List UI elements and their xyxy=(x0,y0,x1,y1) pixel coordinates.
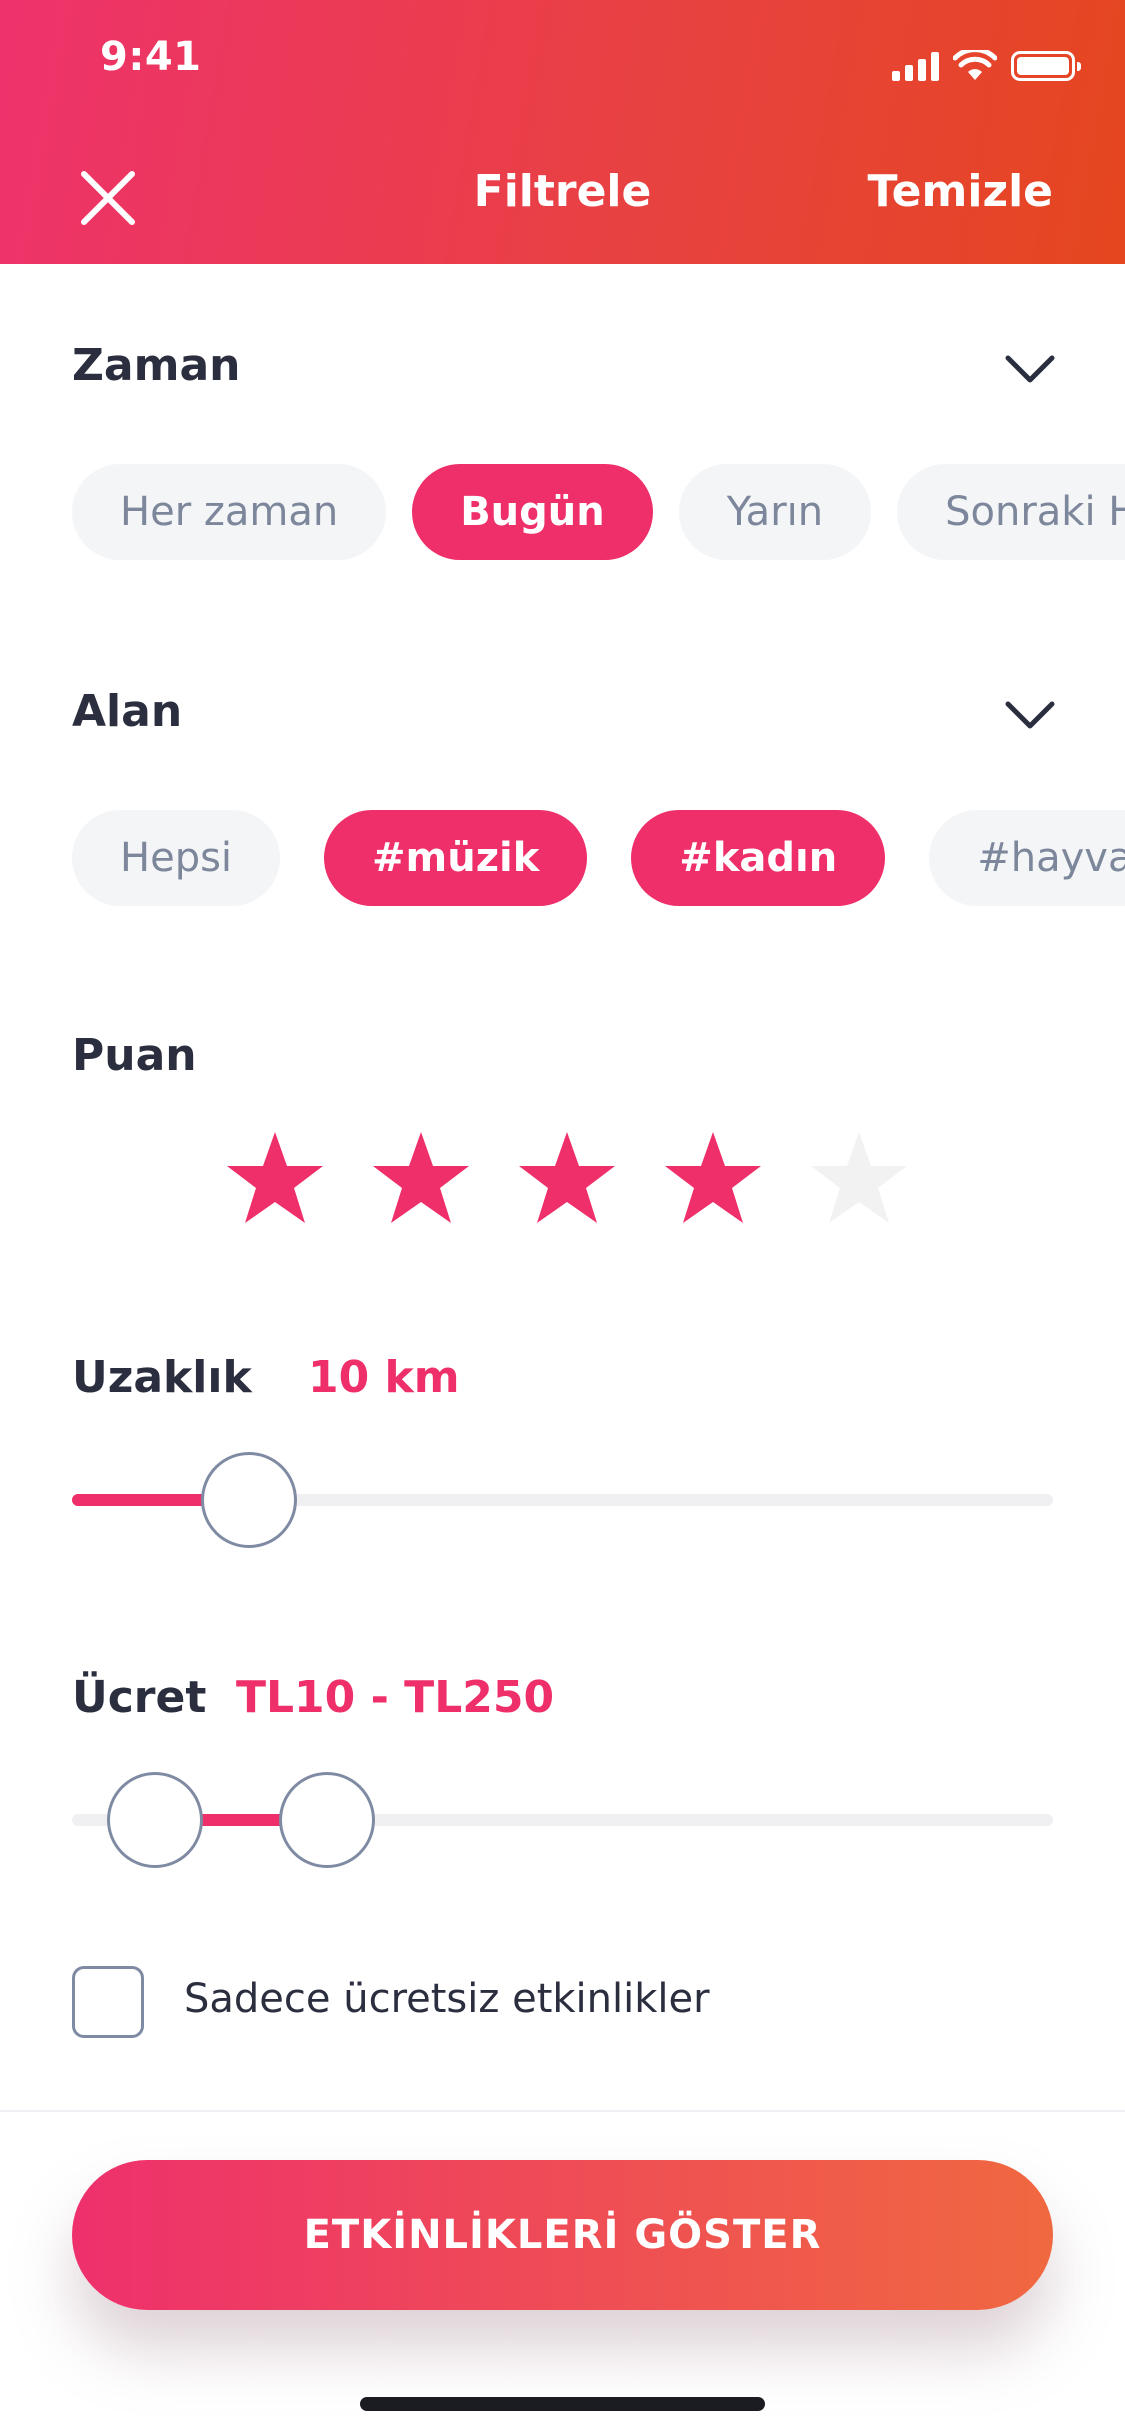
price-value: TL10 - TL250 xyxy=(236,1672,555,1723)
battery-icon xyxy=(1011,51,1081,81)
area-chip-row: Hepsi #müzik #kadın #hayvan xyxy=(72,810,1125,906)
free-only-checkbox[interactable] xyxy=(72,1966,144,2038)
time-chip-row: Her zaman Bugün Yarın Sonraki H xyxy=(72,464,1125,560)
rating-section-title: Puan xyxy=(72,1030,197,1081)
area-section-title: Alan xyxy=(72,686,183,737)
rating-stars xyxy=(225,1128,909,1228)
cellular-signal-icon xyxy=(892,51,939,81)
price-min-thumb[interactable] xyxy=(107,1772,204,1868)
time-section-title: Zaman xyxy=(72,340,241,391)
time-chip-any[interactable]: Her zaman xyxy=(72,464,387,560)
price-max-thumb[interactable] xyxy=(279,1772,376,1868)
time-chip-today[interactable]: Bugün xyxy=(412,464,653,560)
distance-slider-thumb[interactable] xyxy=(200,1452,297,1548)
area-chip-women[interactable]: #kadın xyxy=(631,810,886,906)
star-icon[interactable] xyxy=(517,1128,617,1228)
time-chip-tomorrow[interactable]: Yarın xyxy=(678,464,872,560)
show-events-button[interactable]: ETKİNLİKLERİ GÖSTER xyxy=(72,2160,1053,2310)
star-icon[interactable] xyxy=(225,1128,325,1228)
time-chip-next[interactable]: Sonraki H xyxy=(897,464,1125,560)
divider xyxy=(0,2110,1125,2112)
star-icon[interactable] xyxy=(371,1128,471,1228)
price-section-title: Ücret xyxy=(72,1672,207,1723)
status-icons xyxy=(892,50,1081,82)
area-section-toggle[interactable] xyxy=(1001,686,1059,744)
chevron-down-icon xyxy=(1005,355,1055,383)
filter-screen: 9:41 Filtrele Temizle Zaman Her zaman Bu… xyxy=(0,0,1125,2436)
home-indicator xyxy=(360,2397,765,2411)
area-chip-music[interactable]: #müzik xyxy=(324,810,588,906)
distance-value: 10 km xyxy=(308,1352,460,1403)
star-icon[interactable] xyxy=(809,1128,909,1228)
status-time: 9:41 xyxy=(100,34,202,80)
header: 9:41 Filtrele Temizle xyxy=(0,0,1125,264)
star-icon[interactable] xyxy=(663,1128,763,1228)
distance-section-title: Uzaklık xyxy=(72,1352,252,1403)
free-only-label: Sadece ücretsiz etkinlikler xyxy=(184,1976,710,2022)
area-chip-animals[interactable]: #hayvan xyxy=(929,810,1125,906)
clear-button[interactable]: Temizle xyxy=(868,166,1053,217)
wifi-icon xyxy=(953,50,997,80)
time-section-toggle[interactable] xyxy=(1001,340,1059,398)
chevron-down-icon xyxy=(1005,701,1055,729)
area-chip-all[interactable]: Hepsi xyxy=(72,810,281,906)
